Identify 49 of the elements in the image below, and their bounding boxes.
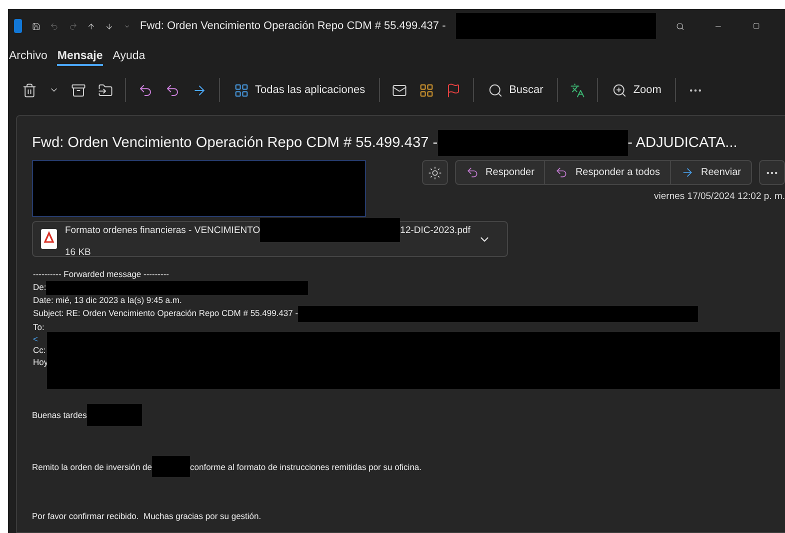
search-button[interactable]: Buscar xyxy=(486,80,546,100)
body-text: Remito la orden de inversión de xyxy=(32,462,152,472)
all-apps-button[interactable]: Todas las aplicaciones xyxy=(232,80,368,100)
action-button[interactable]: Responder xyxy=(456,161,546,184)
attachment-card[interactable]: Formato ordenes financieras - VENCIMIENTO 12-DIC-2023.pdf 16 KB xyxy=(32,221,508,257)
apps-icon[interactable] xyxy=(234,82,249,98)
maximize-icon[interactable] xyxy=(752,20,760,32)
reply-icon xyxy=(466,166,479,179)
action-button[interactable]: Responder a todos xyxy=(545,161,671,184)
category-icon[interactable] xyxy=(419,82,434,98)
body-text: Por favor confirmar recibido. Muchas gracias por su gestión. xyxy=(32,511,262,521)
archive-icon[interactable] xyxy=(71,82,86,98)
menu-tab[interactable]: Mensaje xyxy=(57,48,103,66)
zoom-icon[interactable] xyxy=(612,82,628,98)
app-logo-icon xyxy=(14,19,22,33)
menu-tab[interactable]: Archivo xyxy=(9,48,48,66)
search-icon[interactable] xyxy=(488,82,504,98)
menu-tab[interactable]: Ayuda xyxy=(112,48,146,66)
flag-icon[interactable] xyxy=(446,82,462,98)
forwarded-marker: ---------- Forwarded message --------- xyxy=(33,269,169,280)
move-icon[interactable] xyxy=(98,82,113,98)
attachment-name: 12-DIC-2023.pdf xyxy=(400,224,470,236)
sun-icon xyxy=(428,166,442,180)
zoom-button[interactable]: Zoom xyxy=(610,80,664,100)
header-line: Hoy xyxy=(33,356,48,368)
attachment-name: Formato ordenes financieras - VENCIMIENTO xyxy=(65,224,260,236)
forward-icon xyxy=(680,166,694,179)
email-link[interactable]: < xyxy=(33,334,38,345)
header-line: Date: mié, 13 dic 2023 a la(s) 9:45 a.m. xyxy=(33,294,182,306)
translate-icon[interactable] xyxy=(570,82,586,98)
body-text: conforme al formato de instrucciones remitidas por su oficina. xyxy=(190,462,422,472)
reply-icon[interactable] xyxy=(138,82,153,98)
message-date: viernes 17/05/2024 12:02 p. m. xyxy=(654,191,785,202)
header-line: Subject: RE: Orden Vencimiento Operación Repo CDM # 55.499.437 - xyxy=(33,308,298,320)
message-subject: - ADJUDICATA... xyxy=(628,135,738,151)
action-button[interactable]: Reenviar xyxy=(670,161,751,184)
header-label: Cc: xyxy=(33,345,46,356)
theme-button[interactable] xyxy=(422,160,448,185)
attachment-size: 16 KB xyxy=(65,247,91,258)
redaction-block xyxy=(152,456,190,477)
greeting-text: Buenas tardes xyxy=(32,410,87,420)
header-label: To: xyxy=(33,322,44,334)
redaction-block xyxy=(86,404,142,426)
forward-icon[interactable] xyxy=(192,82,207,98)
delete-icon[interactable] xyxy=(22,82,37,98)
window-title: Fwd: Orden Vencimiento Operación Repo CDM # 55.499.437 - xyxy=(140,20,446,32)
header-label: De: xyxy=(33,282,46,294)
mail-icon[interactable] xyxy=(392,82,408,98)
message-subject: Fwd: Orden Vencimiento Operación Repo CDM # 55.499.437 - xyxy=(32,135,438,151)
